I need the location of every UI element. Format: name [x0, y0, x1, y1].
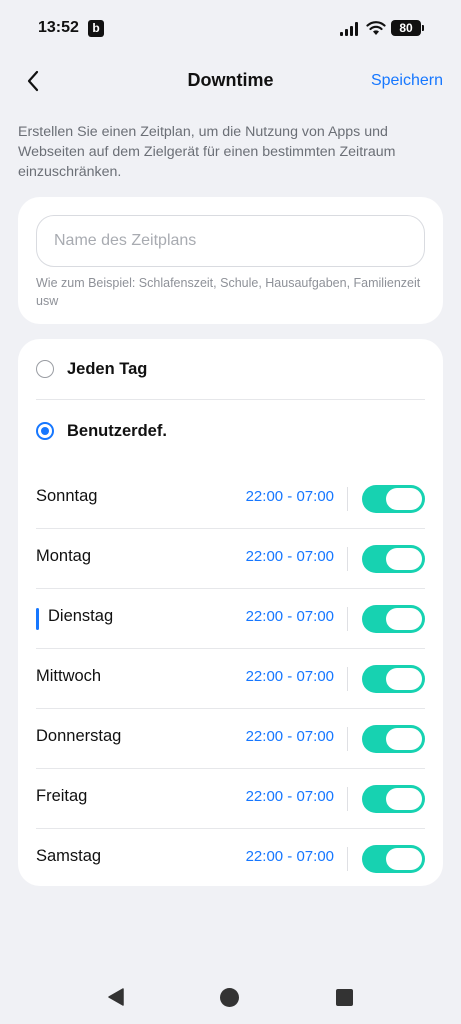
day-name: Donnerstag: [36, 727, 122, 745]
schedule-name-hint: Wie zum Beispiel: Schlafenszeit, Schule,…: [36, 276, 421, 308]
option-custom-label: Benutzerdef.: [67, 421, 167, 440]
toggle-knob: [386, 788, 422, 810]
toggle-knob: [386, 728, 422, 750]
day-name: Dienstag: [48, 607, 114, 625]
day-name: Montag: [36, 547, 92, 565]
day-row-friday: Freitag 22:00 - 07:00: [36, 769, 425, 829]
day-toggle[interactable]: [362, 725, 425, 753]
day-name: Sonntag: [36, 487, 98, 505]
toggle-knob: [386, 608, 422, 630]
signal-icon: [340, 22, 358, 36]
day-row-wednesday: Mittwoch 22:00 - 07:00: [36, 649, 425, 709]
toggle-knob: [386, 548, 422, 570]
day-time-range[interactable]: 22:00 - 07:00: [246, 728, 334, 745]
divider: [36, 399, 425, 400]
day-time-range[interactable]: 22:00 - 07:00: [246, 488, 334, 505]
status-time: 13:52: [38, 19, 79, 36]
circle-home-icon[interactable]: [220, 988, 239, 1007]
wifi-icon: [366, 21, 386, 35]
day-toggle[interactable]: [362, 785, 425, 813]
day-row-saturday: Samstag 22:00 - 07:00: [36, 829, 425, 889]
battery-icon: 80: [391, 20, 424, 36]
day-time-range[interactable]: 22:00 - 07:00: [246, 668, 334, 685]
save-button[interactable]: Speichern: [371, 72, 443, 90]
day-toggle[interactable]: [362, 845, 425, 873]
option-every-day[interactable]: Jeden Tag: [36, 344, 425, 394]
day-name: Freitag: [36, 787, 88, 805]
focus-indicator: [36, 608, 39, 630]
radio-every-day[interactable]: [36, 360, 54, 378]
day-time-range[interactable]: 22:00 - 07:00: [246, 848, 334, 865]
day-name: Samstag: [36, 847, 102, 865]
day-row-sunday: Sonntag 22:00 - 07:00: [36, 469, 425, 529]
toggle-knob: [386, 848, 422, 870]
day-toggle[interactable]: [362, 605, 425, 633]
schedule-name-card: Wie zum Beispiel: Schlafenszeit, Schule,…: [18, 197, 443, 324]
toggle-knob: [386, 668, 422, 690]
day-row-tuesday: Dienstag 22:00 - 07:00: [36, 589, 425, 649]
separator: [347, 787, 348, 811]
day-time-range[interactable]: 22:00 - 07:00: [246, 548, 334, 565]
day-name: Mittwoch: [36, 667, 102, 685]
day-row-monday: Montag 22:00 - 07:00: [36, 529, 425, 589]
option-custom[interactable]: Benutzerdef.: [36, 406, 425, 456]
triangle-back-icon[interactable]: [106, 987, 126, 1007]
day-time-range[interactable]: 22:00 - 07:00: [246, 608, 334, 625]
separator: [347, 847, 348, 871]
app-header: Downtime Speichern: [0, 56, 461, 106]
status-bar: 13:52 b 80: [0, 0, 461, 56]
separator: [347, 667, 348, 691]
day-toggle[interactable]: [362, 545, 425, 573]
separator: [347, 547, 348, 571]
day-row-thursday: Donnerstag 22:00 - 07:00: [36, 709, 425, 769]
square-recents-icon[interactable]: [336, 989, 353, 1006]
schedule-name-input[interactable]: [36, 215, 425, 267]
day-toggle[interactable]: [362, 665, 425, 693]
separator: [347, 607, 348, 631]
day-time-range[interactable]: 22:00 - 07:00: [246, 788, 334, 805]
schedule-card: Jeden Tag Benutzerdef. Sonntag 22:00 - 0…: [18, 339, 443, 886]
separator: [347, 487, 348, 511]
app-notification-icon: b: [88, 20, 104, 37]
separator: [347, 727, 348, 751]
system-nav-bar: [0, 962, 461, 1024]
radio-custom[interactable]: [36, 422, 54, 440]
option-every-day-label: Jeden Tag: [67, 359, 148, 378]
description-text: Erstellen Sie einen Zeitplan, um die Nut…: [18, 124, 396, 180]
toggle-knob: [386, 488, 422, 510]
day-toggle[interactable]: [362, 485, 425, 513]
